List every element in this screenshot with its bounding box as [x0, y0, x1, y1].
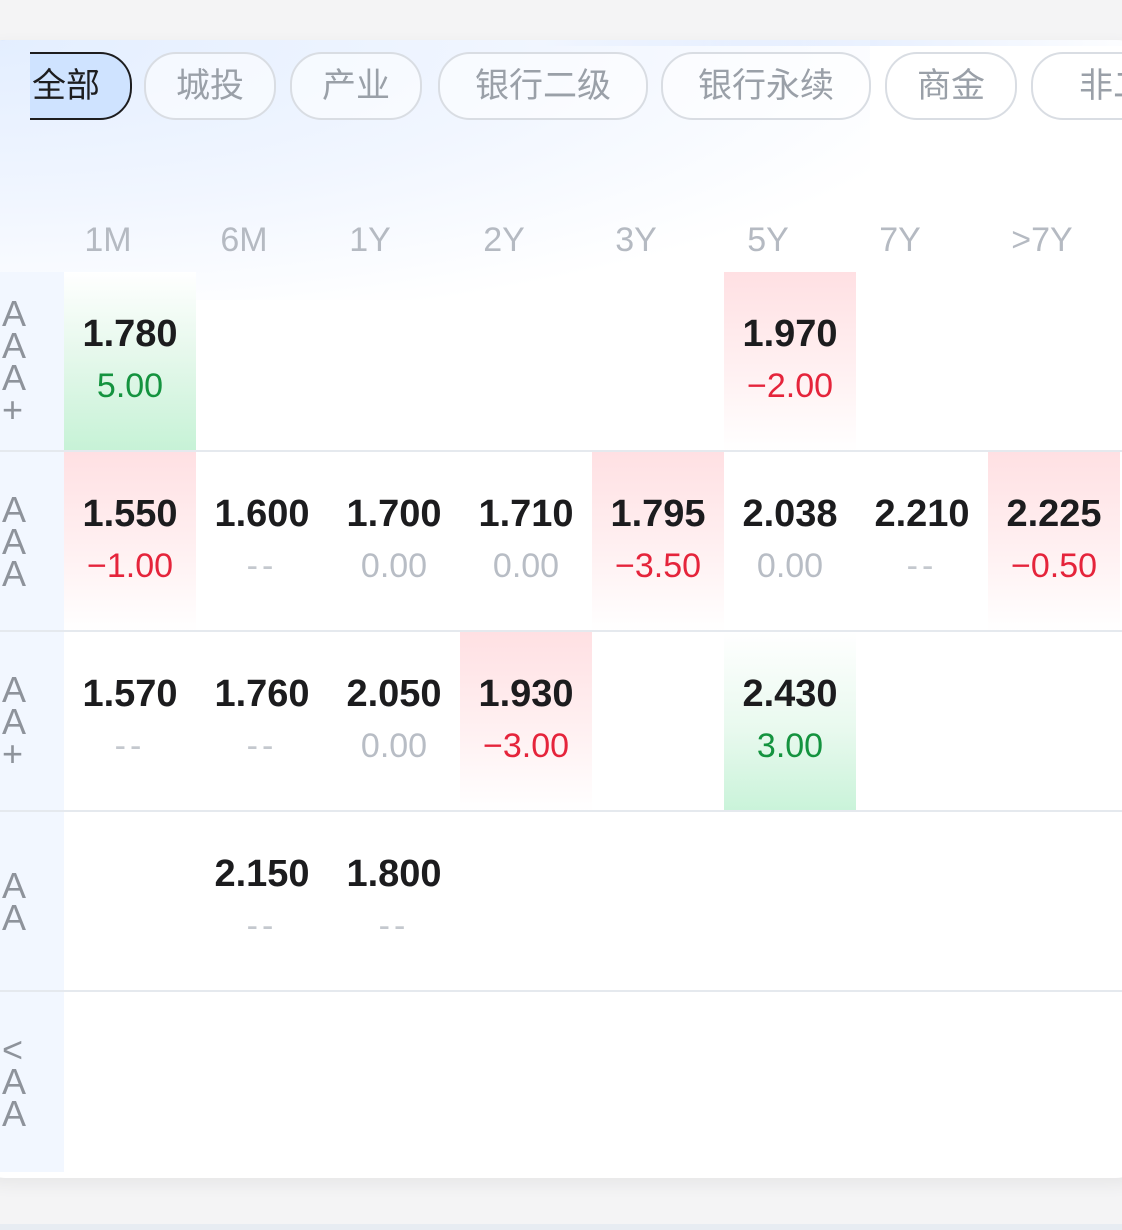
- yield-value: 1.760: [214, 673, 310, 715]
- yield-cell[interactable]: 1.970 −2.00: [724, 272, 856, 452]
- yield-change: 0.00: [492, 547, 560, 585]
- yield-value: 1.970: [742, 313, 838, 355]
- tenor-header-2[interactable]: 1Y: [304, 220, 436, 260]
- yield-cell[interactable]: 2.210 --: [856, 452, 988, 632]
- rating-label-3: AA: [0, 812, 64, 992]
- yield-change: --: [114, 727, 146, 765]
- yield-cell[interactable]: 1.795 −3.50: [592, 452, 724, 632]
- row-divider: [0, 810, 1122, 812]
- yield-change: −3.50: [614, 547, 702, 585]
- yield-value: 1.795: [610, 493, 706, 535]
- rating-label-char: A: [2, 897, 27, 938]
- yield-change: 5.00: [96, 367, 164, 405]
- yield-cell[interactable]: 1.800 --: [328, 812, 460, 992]
- yield-cell[interactable]: 2.150 --: [196, 812, 328, 992]
- yield-value: 1.710: [478, 493, 574, 535]
- row-divider: [0, 990, 1122, 992]
- yield-change: −1.00: [86, 547, 174, 585]
- tab-5[interactable]: 商金: [885, 52, 1017, 120]
- yield-value: 2.430: [742, 673, 838, 715]
- rating-label-1: AAA: [0, 452, 64, 632]
- yield-change: --: [246, 727, 278, 765]
- yield-change: --: [246, 547, 278, 585]
- tab-6[interactable]: 非二: [1031, 52, 1122, 120]
- yield-change: --: [378, 907, 410, 945]
- yield-cell[interactable]: 1.700 0.00: [328, 452, 460, 632]
- yield-value: 1.550: [82, 493, 178, 535]
- tenor-header-0[interactable]: 1M: [42, 220, 174, 260]
- yield-cell[interactable]: 1.570 --: [64, 632, 196, 812]
- rating-label-0: A A A +: [0, 272, 64, 452]
- yield-change: 0.00: [756, 547, 824, 585]
- tenor-header-7[interactable]: >7Y: [976, 220, 1108, 260]
- yield-cell[interactable]: 1.550 −1.00: [64, 452, 196, 632]
- yield-cell[interactable]: 2.430 3.00: [724, 632, 856, 812]
- yield-value: 2.150: [214, 853, 310, 895]
- yield-change: 0.00: [360, 547, 428, 585]
- tab-0[interactable]: 全部: [30, 52, 132, 120]
- yield-cell[interactable]: 2.038 0.00: [724, 452, 856, 632]
- yield-value: 2.210: [874, 493, 970, 535]
- yield-cell[interactable]: 1.780 5.00: [64, 272, 196, 452]
- yield-value: 1.780: [82, 313, 178, 355]
- yield-change: 3.00: [756, 727, 824, 765]
- category-tab-bar[interactable]: 全部城投产业银行二级银行永续商金非二: [30, 52, 1122, 120]
- rating-label-char: A: [2, 553, 27, 594]
- tab-2[interactable]: 产业: [290, 52, 422, 120]
- yield-change: −3.00: [482, 727, 570, 765]
- yield-change: --: [246, 907, 278, 945]
- yield-value: 1.570: [82, 673, 178, 715]
- tenor-header-row: 1M 6M 1Y 2Y 3Y 5Y 7Y >7Y: [0, 220, 1122, 260]
- yield-change: −0.50: [1010, 547, 1098, 585]
- rating-label-2: A A +: [0, 632, 64, 812]
- rating-label-char: +: [2, 733, 24, 774]
- tenor-header-5[interactable]: 5Y: [702, 220, 834, 260]
- yield-value: 1.930: [478, 673, 574, 715]
- bottom-strip: [0, 1224, 1122, 1230]
- yield-cell[interactable]: 1.930 −3.00: [460, 632, 592, 812]
- yield-value: 2.050: [346, 673, 442, 715]
- tenor-header-3[interactable]: 2Y: [438, 220, 570, 260]
- yield-value: 1.800: [346, 853, 442, 895]
- yield-cell[interactable]: 1.600 --: [196, 452, 328, 632]
- yield-value: 1.700: [346, 493, 442, 535]
- tenor-header-1[interactable]: 6M: [178, 220, 310, 260]
- yield-cell[interactable]: 2.050 0.00: [328, 632, 460, 812]
- tab-3[interactable]: 银行二级: [438, 52, 648, 120]
- tenor-header-4[interactable]: 3Y: [570, 220, 702, 260]
- yield-change: --: [906, 547, 938, 585]
- rating-label-char: A: [2, 1093, 27, 1134]
- yield-cell[interactable]: 2.225 −0.50: [988, 452, 1120, 632]
- rating-label-4: < A A: [0, 992, 64, 1172]
- tab-4[interactable]: 银行永续: [661, 52, 871, 120]
- tab-1[interactable]: 城投: [144, 52, 276, 120]
- rating-label-char: +: [2, 389, 24, 430]
- yield-cell[interactable]: 1.760 --: [196, 632, 328, 812]
- yield-value: 2.225: [1006, 493, 1102, 535]
- tenor-header-6[interactable]: 7Y: [834, 220, 966, 260]
- yield-change: −2.00: [746, 367, 834, 405]
- yield-value: 2.038: [742, 493, 838, 535]
- yield-cell[interactable]: 1.710 0.00: [460, 452, 592, 632]
- yield-change: 0.00: [360, 727, 428, 765]
- yield-value: 1.600: [214, 493, 310, 535]
